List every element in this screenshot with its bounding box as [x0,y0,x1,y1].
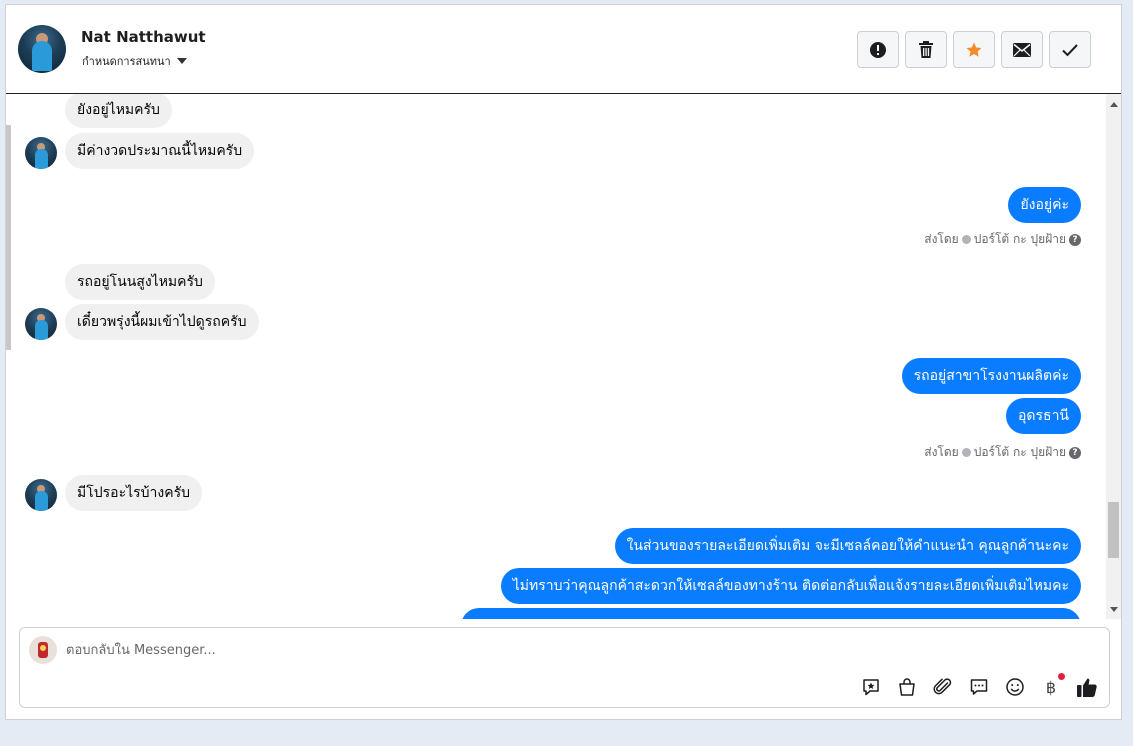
page-avatar [29,636,57,664]
envelope-icon [1013,42,1031,57]
message-bubble-outgoing: ไม่ทราบว่าคุณลูกค้าสะดวกให้เซลล์ของทางร้… [500,568,1081,604]
contact-name[interactable]: Nat Natthawut [81,28,206,46]
conversation-header: Nat Natthawut กำหนดการสนทนา [6,5,1121,94]
mail-button[interactable] [1001,31,1043,68]
quick-reply-button[interactable] [968,676,990,698]
contact-avatar[interactable] [18,25,66,73]
sent-by-prefix: ส่งโดย [924,445,959,459]
sent-by-prefix: ส่งโดย [924,232,959,246]
attach-button[interactable] [932,676,954,698]
page-footer-background [0,720,1133,746]
saved-reply-button[interactable] [860,676,882,698]
message-bubble-incoming: เดี๋ยวพรุ่งนี้ผมเข้าไปดูรถครับ [65,304,259,340]
check-icon [1062,43,1078,56]
caret-down-icon [176,58,187,64]
scroll-up-arrow-icon[interactable] [1110,102,1118,107]
message-bubble-incoming: ยังอยู่ไหมครับ [65,94,172,128]
conversation-schedule-dropdown[interactable]: กำหนดการสนทนา [82,52,187,70]
chat-bubble-icon [970,679,988,695]
star-button[interactable] [953,31,995,68]
delete-button[interactable] [905,31,947,68]
shop-bag-icon [899,678,915,696]
message-bubble-outgoing: ยังอยู่ค่ะ [1008,187,1081,223]
contact-avatar-small [25,137,57,169]
emoji-button[interactable] [1004,676,1026,698]
scroll-down-arrow-icon[interactable] [1110,607,1118,612]
payment-button[interactable]: ฿ [1040,673,1065,698]
paperclip-icon [933,678,952,695]
exclamation-circle-icon [870,41,886,58]
message-bubble-outgoing: อุดรธานี [1006,398,1081,434]
baht-icon: ฿ [1045,677,1057,697]
notification-dot [1058,673,1065,680]
message-bubble-outgoing: รถอยู่สาขาโรงงานผลิตค่ะ [901,358,1081,394]
message-bubble-outgoing: ในส่วนของรายละเอียดเพิ่มเติม จะมีเซลล์คอ… [614,528,1081,564]
sent-by-agent: ปอร์โต้ กะ ปุยฝ้าย [973,232,1066,246]
sent-by-label: ส่งโดย ปอร์โต้ กะ ปุยฝ้าย ? [924,443,1081,462]
like-button[interactable] [1076,676,1098,698]
conversation-schedule-label: กำหนดการสนทนา [82,55,171,68]
conversation-panel: Nat Natthawut กำหนดการสนทนา ยังอยู่ไหมคร… [5,4,1122,720]
verified-dot-icon [961,235,971,244]
sent-by-agent: ปอร์โต้ กะ ปุยฝ้าย [973,445,1066,459]
emoji-icon [1006,678,1024,696]
message-bubble-incoming: รถอยู่โนนสูงไหมครับ [65,264,215,300]
contact-avatar-small [25,479,57,511]
reply-composer: ฿ [19,627,1110,708]
scroll-thumb[interactable] [1108,502,1119,558]
report-button[interactable] [857,31,899,68]
saved-reply-icon [863,679,879,696]
message-bubble-incoming: มีโปรอะไรบ้างครับ [65,475,202,511]
sent-by-label: ส่งโดย ปอร์โต้ กะ ปุยฝ้าย ? [924,230,1081,249]
thumbs-up-icon [1077,678,1097,697]
help-icon[interactable]: ? [1069,233,1081,246]
message-bubble-incoming: มีค่างวดประมาณนี้ไหมครับ [65,133,255,169]
shop-button[interactable] [896,676,918,698]
star-icon [966,42,982,57]
message-bubble-outgoing-partial [461,608,1081,619]
message-list[interactable]: ยังอยู่ไหมครับ มีค่างวดประมาณนี้ไหมครับ … [6,94,1106,619]
verified-dot-icon [961,448,971,457]
contact-avatar-small [25,308,57,340]
mark-done-button[interactable] [1049,31,1091,68]
message-scrollbar[interactable] [1106,94,1121,619]
help-icon[interactable]: ? [1069,446,1081,459]
trash-icon [919,40,933,58]
reply-input[interactable] [66,640,766,660]
